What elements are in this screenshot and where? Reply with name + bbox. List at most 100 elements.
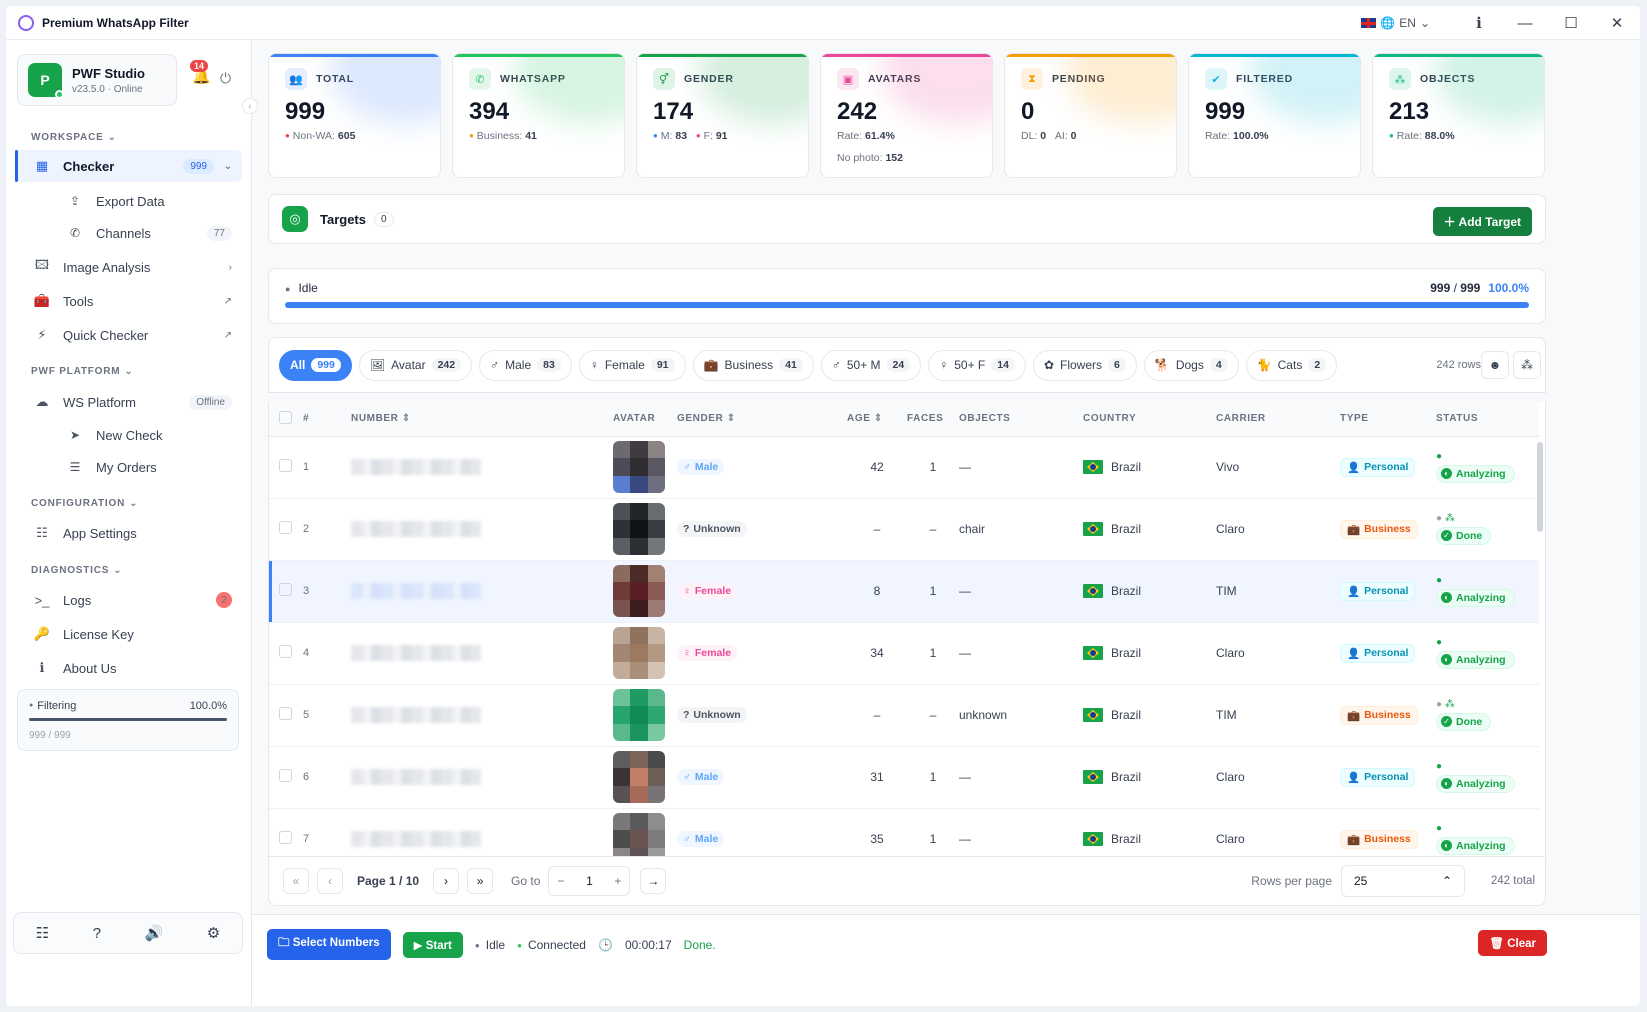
objects-value: — xyxy=(959,622,1083,685)
info-icon[interactable]: ℹ xyxy=(1456,6,1502,40)
table-row[interactable]: 5 ? Unknown – – unknown Brazil TIM 💼 Busin… xyxy=(269,684,1539,747)
language-selector[interactable]: 🌐 EN ⌄ xyxy=(1361,16,1430,30)
face-icon[interactable]: ☻ xyxy=(1481,351,1509,379)
prev-page-button[interactable]: ‹ xyxy=(317,868,343,894)
filter-chip-50-m[interactable]: ♂ 50+ M 24 xyxy=(820,349,922,381)
filter-chip-female[interactable]: ♀ Female 91 xyxy=(578,349,686,381)
section-configuration[interactable]: CONFIGURATION ⌄ xyxy=(31,498,138,509)
stat-sub: Rate: 61.4% xyxy=(837,130,895,142)
row-checkbox[interactable] xyxy=(279,769,292,782)
filter-chip-male[interactable]: ♂ Male 83 xyxy=(479,349,572,381)
clear-button[interactable]: 🗑 Clear xyxy=(1478,930,1547,956)
sidebar-item-channels[interactable]: ✆ Channels 77 xyxy=(42,217,242,249)
type-badge: 👤 Personal xyxy=(1340,457,1416,477)
avatar-thumbnail[interactable] xyxy=(613,441,665,493)
gear-icon[interactable]: ⚙ xyxy=(207,924,220,942)
row-checkbox[interactable] xyxy=(279,645,292,658)
table-row[interactable]: 6 ♂ Male 31 1 — Brazil Claro 👤 Personal ● … xyxy=(269,746,1539,809)
shapes-icon[interactable]: ⁂ xyxy=(1513,351,1541,379)
first-page-button[interactable]: « xyxy=(283,868,309,894)
power-icon[interactable]: ⏻ xyxy=(220,70,231,87)
table-scrollbar[interactable] xyxy=(1537,442,1543,532)
sidebar-item-about[interactable]: ℹ About Us xyxy=(16,652,242,684)
rows-info: 242 rows xyxy=(1436,359,1481,371)
avatar-thumbnail[interactable] xyxy=(613,751,665,803)
close-button[interactable]: ✕ xyxy=(1594,6,1640,40)
chevron-down-icon: ⌄ xyxy=(223,160,232,172)
sidebar-item-export-data[interactable]: ⇪ Export Data xyxy=(42,185,242,217)
sidebar-item-tools[interactable]: 🧰 Tools ↗ xyxy=(16,285,242,317)
filter-chip-avatar[interactable]: 🖼 Avatar 242 xyxy=(358,349,473,381)
filter-chip-cats[interactable]: 🐈 Cats 2 xyxy=(1245,349,1338,381)
sidebar-item-logs[interactable]: >_ Logs 2 xyxy=(16,584,242,616)
filter-icon: ✿ xyxy=(1043,358,1055,372)
spinner-icon: ◐ xyxy=(1441,468,1452,479)
filter-chip-business[interactable]: 💼 Business 41 xyxy=(692,349,814,381)
section-workspace[interactable]: WORKSPACE ⌄ xyxy=(31,132,117,143)
profile-card[interactable]: P PWF Studio v23.5.0 · Online xyxy=(17,54,177,106)
filter-chip-flowers[interactable]: ✿ Flowers 6 xyxy=(1032,349,1137,381)
filter-chip-all[interactable]: All 999 xyxy=(279,349,352,381)
table-row[interactable]: 3 ♀ Female 8 1 — Brazil TIM 👤 Personal ● ◐… xyxy=(269,560,1539,623)
globe-icon: 🌐 xyxy=(1380,16,1396,30)
sidebar-item-checker[interactable]: ▦ Checker 999 ⌄ xyxy=(15,150,242,182)
key-icon: 🔑 xyxy=(33,626,51,641)
sidebar-item-image-analysis[interactable]: 🖾 Image Analysis › xyxy=(16,251,242,283)
help-icon[interactable]: ? xyxy=(93,925,101,942)
objects-value: — xyxy=(959,746,1083,809)
select-numbers-button[interactable]: 🗀 Select Numbers xyxy=(267,929,391,960)
row-checkbox[interactable] xyxy=(279,707,292,720)
row-checkbox[interactable] xyxy=(279,459,292,472)
avatar-thumbnail[interactable] xyxy=(613,689,665,741)
goto-page-stepper[interactable]: −1 + xyxy=(548,866,631,896)
carrier-value: Claro xyxy=(1216,498,1340,561)
goto-arrow-button[interactable]: → xyxy=(640,868,667,894)
avatar-thumbnail[interactable] xyxy=(613,627,665,679)
bell-icon[interactable]: 🔔 14 xyxy=(190,60,211,85)
col-gender[interactable]: GENDER ⇕ xyxy=(677,402,847,437)
row-checkbox[interactable] xyxy=(279,521,292,534)
next-page-button[interactable]: › xyxy=(433,868,460,894)
sidebar-item-license-key[interactable]: 🔑 License Key xyxy=(16,618,242,650)
rows-per-page-select[interactable]: 25 ⌃ xyxy=(1341,865,1465,897)
type-badge: 👤 Personal xyxy=(1340,643,1416,663)
sliders-icon[interactable]: ☷ xyxy=(36,924,49,942)
minimize-button[interactable]: — xyxy=(1502,6,1548,40)
table-row[interactable]: 1 ♂ Male 42 1 — Brazil Vivo 👤 Personal ● ◐… xyxy=(269,436,1539,499)
sidebar-item-new-check[interactable]: ➤ New Check xyxy=(42,419,242,451)
gender-icon: ♂ xyxy=(683,833,691,845)
row-checkbox[interactable] xyxy=(279,831,292,844)
progress-counts: 999 / 999 100.0% xyxy=(1430,281,1529,295)
table-row[interactable]: 4 ♀ Female 34 1 — Brazil Claro 👤 Personal … xyxy=(269,622,1539,685)
type-badge: 👤 Personal xyxy=(1340,767,1416,787)
sidebar-item-my-orders[interactable]: ☰ My Orders xyxy=(42,451,242,483)
brazil-flag-icon xyxy=(1083,584,1103,598)
table-row[interactable]: 2 ? Unknown – – chair Brazil Claro 💼 Busin… xyxy=(269,498,1539,561)
brazil-flag-icon xyxy=(1083,770,1103,784)
spinner-icon: ◐ xyxy=(1441,778,1452,789)
export-icon: ⇪ xyxy=(69,194,81,208)
select-all-checkbox[interactable] xyxy=(279,410,292,424)
chevron-down-icon: ⌄ xyxy=(107,132,117,143)
volume-icon[interactable]: 🔊 xyxy=(145,924,164,942)
maximize-button[interactable]: ☐ xyxy=(1548,6,1594,40)
section-pwf-platform[interactable]: PWF PLATFORM ⌄ xyxy=(31,366,134,377)
filter-chip-50-f[interactable]: ♀ 50+ F 14 xyxy=(928,349,1026,381)
sidebar-item-ws-platform[interactable]: ☁ WS Platform Offline xyxy=(16,386,242,418)
add-target-button[interactable]: ＋ Add Target xyxy=(1432,207,1532,236)
start-button[interactable]: ▶ Start xyxy=(402,931,463,958)
avatar-thumbnail[interactable] xyxy=(613,565,665,617)
col-number[interactable]: NUMBER ⇕ xyxy=(351,402,613,437)
row-checkbox[interactable] xyxy=(279,583,292,596)
col-age[interactable]: AGE ⇕ xyxy=(847,402,907,437)
age-value: – xyxy=(847,684,907,747)
sidebar-item-app-settings[interactable]: ☷ App Settings xyxy=(16,517,242,549)
briefcase-icon: 💼 xyxy=(1347,833,1361,846)
status-icons: ● xyxy=(1436,760,1443,772)
last-page-button[interactable]: » xyxy=(467,868,494,894)
sidebar-item-quick-checker[interactable]: ⚡ Quick Checker ↗ xyxy=(16,319,242,351)
targets-count: 0 xyxy=(374,211,394,227)
filter-chip-dogs[interactable]: 🐕 Dogs 4 xyxy=(1143,349,1239,381)
section-diagnostics[interactable]: DIAGNOSTICS ⌄ xyxy=(31,565,122,576)
avatar-thumbnail[interactable] xyxy=(613,503,665,555)
